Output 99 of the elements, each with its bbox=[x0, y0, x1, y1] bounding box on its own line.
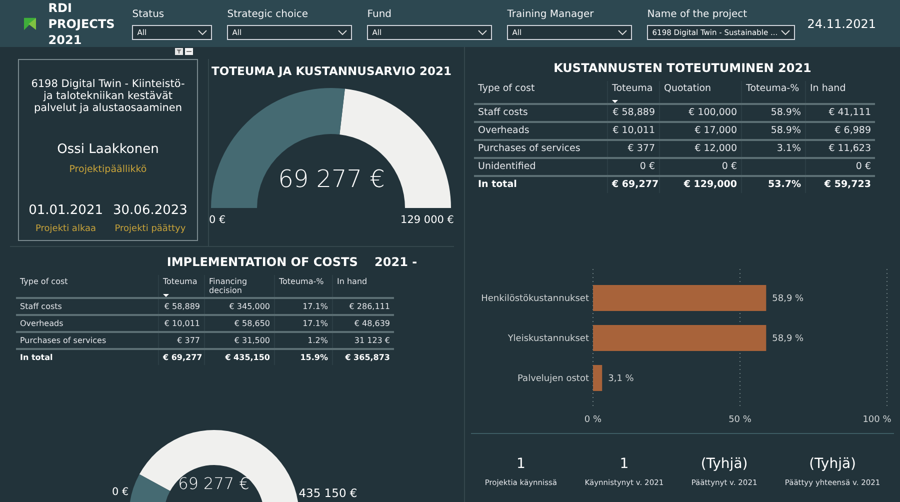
table-cell: € 100,000 bbox=[688, 107, 737, 118]
chevron-down-icon bbox=[478, 30, 488, 35]
table-cell: Unidentified bbox=[478, 161, 536, 172]
app-title: RDI PROJECTS 2021 bbox=[48, 0, 116, 48]
project-name: 6198 Digital Twin - Kiinteistö- ja talotekniikan kestävät palvelut ja alustaosaaminen bbox=[30, 78, 186, 114]
date-label: Projekti päättyy bbox=[114, 222, 186, 236]
column-header[interactable]: Toteuma bbox=[158, 275, 204, 297]
category-label: Palvelujen ostot bbox=[518, 374, 589, 384]
filter-label: Fund bbox=[367, 8, 393, 22]
table-cell: € 58,889 bbox=[612, 107, 655, 118]
table-cell: € 17,000 bbox=[694, 125, 737, 136]
chevron-down-icon bbox=[338, 30, 348, 35]
date-label: Projekti alkaa bbox=[36, 222, 96, 236]
column-header[interactable]: Type of cost bbox=[474, 81, 607, 103]
table-cell: € 377 bbox=[177, 336, 200, 345]
bar bbox=[593, 365, 602, 391]
table-cell: € 10,011 bbox=[612, 125, 655, 136]
gauge-fill bbox=[128, 474, 170, 502]
chevron-down-icon bbox=[781, 30, 790, 35]
table-cell: 3.1% bbox=[776, 143, 801, 154]
table-cell: Purchases of services bbox=[478, 143, 580, 154]
table-cell: € 58,889 bbox=[164, 302, 200, 311]
table-cell: € 59,723 bbox=[824, 179, 871, 190]
kpi-value: (Tyhjä) bbox=[700, 454, 748, 474]
gauge-min-label: 0 € bbox=[209, 213, 226, 228]
filter-label: Strategic choice bbox=[227, 8, 310, 22]
table-cell: 58.9% bbox=[770, 107, 801, 118]
table-cell: € 129,000 bbox=[684, 179, 737, 190]
axis-tick-label: 100 % bbox=[862, 415, 892, 425]
table-cell: € 31,500 bbox=[234, 336, 270, 345]
column-header[interactable]: In hand bbox=[805, 81, 875, 103]
column-header[interactable]: In hand bbox=[332, 275, 394, 297]
category-label: Yleiskustannukset bbox=[508, 334, 589, 344]
filter-label: Training Manager bbox=[507, 8, 595, 22]
date-value: 30.06.2023 bbox=[113, 202, 188, 220]
column-header[interactable]: Quotation bbox=[659, 81, 741, 103]
kpi-value: 1 bbox=[620, 454, 629, 474]
gauge-title: TOTEUMA JA KUSTANNUSARVIO 2021 bbox=[212, 63, 452, 80]
gauge-max-label: 435 150 € bbox=[298, 484, 358, 502]
value-label: 58,9 % bbox=[772, 334, 804, 344]
value-label: 3,1 % bbox=[608, 374, 634, 384]
column-header[interactable]: Type of cost bbox=[16, 275, 158, 297]
table-title: KUSTANNUSTEN TOTEUTUMINEN 2021 bbox=[554, 60, 812, 77]
table-cell: 0 € bbox=[856, 161, 871, 172]
table-cell: € 435,150 bbox=[225, 353, 270, 362]
table-cell: In total bbox=[478, 179, 517, 190]
table-cell: 17.1% bbox=[302, 302, 328, 311]
table-cell: € 41,111 bbox=[828, 107, 871, 118]
table-cell: € 286,111 bbox=[349, 302, 390, 311]
report-date: 24.11.2021 bbox=[807, 16, 876, 32]
table-cell: € 48,639 bbox=[354, 319, 390, 328]
table-cell: Purchases of services bbox=[20, 336, 106, 345]
table-cell: 1.2% bbox=[308, 336, 328, 345]
gauge-value: 69 277 € bbox=[278, 164, 385, 196]
table-cell: 0 € bbox=[640, 161, 655, 172]
date-value: 01.01.2021 bbox=[28, 202, 103, 220]
column-header[interactable]: Toteuma-% bbox=[274, 275, 332, 297]
gauge-max-label: 129 000 € bbox=[400, 213, 454, 228]
table-cell: 58.9% bbox=[770, 125, 801, 136]
chevron-down-icon bbox=[198, 30, 208, 35]
table-cell: € 345,000 bbox=[229, 302, 270, 311]
table-cell: 0 € bbox=[722, 161, 737, 172]
table-cell: € 11,623 bbox=[828, 143, 871, 154]
column-header[interactable]: Financing decision bbox=[204, 275, 274, 297]
table-cell: Staff costs bbox=[478, 107, 528, 118]
table-cell: 53.7% bbox=[768, 179, 801, 190]
table-cell: € 6,989 bbox=[834, 125, 871, 136]
gauge-min-label: 0 € bbox=[112, 485, 129, 500]
table-cell: € 10,011 bbox=[164, 319, 200, 328]
manager-name: Ossi Laakkonen bbox=[57, 141, 159, 159]
table-cell: € 58,650 bbox=[234, 319, 270, 328]
table-cell: Staff costs bbox=[20, 302, 62, 311]
column-header[interactable]: Toteuma-% bbox=[741, 81, 805, 103]
column-header[interactable]: Toteuma bbox=[607, 81, 659, 103]
more-options-icon[interactable] bbox=[185, 48, 193, 55]
category-label: Henkilöstökustannukset bbox=[481, 294, 589, 304]
gauge-value: 69 277 € bbox=[178, 473, 250, 495]
table-title: IMPLEMENTATION OF COSTS 2021 - bbox=[166, 254, 418, 271]
filter-icon[interactable] bbox=[175, 48, 183, 55]
filter-label: Status bbox=[132, 8, 166, 22]
table-cell: € 69,277 bbox=[612, 179, 659, 190]
value-label: 58,9 % bbox=[772, 294, 804, 304]
manager-role: Projektipäällikkö bbox=[69, 162, 147, 176]
table-cell: In total bbox=[20, 353, 53, 362]
kpi-value: 1 bbox=[516, 454, 526, 474]
chevron-down-icon bbox=[618, 30, 628, 35]
table-cell: € 69,277 bbox=[163, 353, 202, 362]
table-cell: Overheads bbox=[20, 319, 64, 328]
table-cell: € 12,000 bbox=[694, 143, 737, 154]
table-cell: 31 123 € bbox=[354, 336, 390, 345]
table-cell: € 377 bbox=[628, 143, 655, 154]
axis-tick-label: 50 % bbox=[728, 415, 752, 425]
filter-label: Name of the project bbox=[647, 8, 748, 22]
table-cell: 15.9% bbox=[300, 353, 328, 362]
axis-tick-label: 0 % bbox=[584, 415, 602, 425]
kpi-value: (Tyhjä) bbox=[809, 454, 856, 474]
table-cell: € 365,873 bbox=[345, 353, 390, 362]
table-cell: Overheads bbox=[478, 125, 530, 136]
table-cell: 17.1% bbox=[302, 319, 328, 328]
